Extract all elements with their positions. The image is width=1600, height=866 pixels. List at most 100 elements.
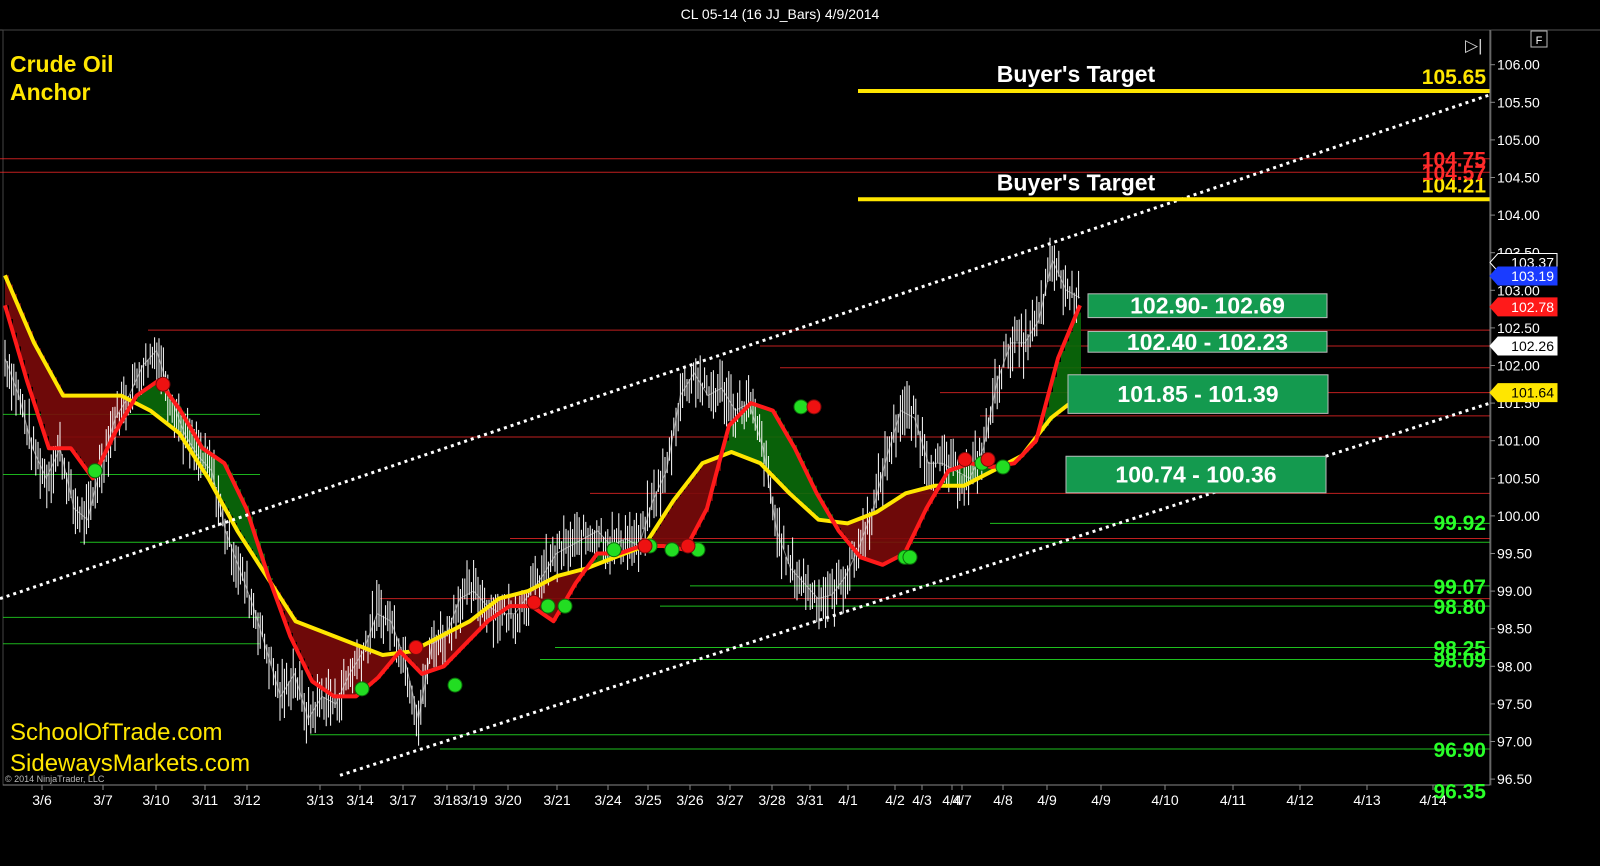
- ribbon-segment: [49, 370, 53, 449]
- ribbon-segment: [153, 384, 157, 413]
- ribbon-segment: [669, 507, 673, 547]
- y-tick-label: 106.00: [1497, 57, 1540, 73]
- price-tag-label: 101.64: [1511, 385, 1554, 401]
- sell-signal-dot: [637, 538, 653, 554]
- buy-signal-dot: [793, 399, 809, 415]
- y-tick-label: 99.50: [1497, 546, 1532, 562]
- buyer-target-label: Buyer's Target: [997, 61, 1156, 87]
- axis-level-label: 96.90: [1433, 739, 1486, 762]
- ribbon-segment: [145, 389, 149, 408]
- x-tick-label: 3/7: [93, 792, 113, 808]
- ribbon-segment: [149, 387, 153, 410]
- ribbon-segment: [309, 626, 313, 675]
- y-tick-label: 98.00: [1497, 658, 1532, 674]
- y-tick-label: 101.00: [1497, 433, 1540, 449]
- x-tick-label: 3/20: [494, 792, 521, 808]
- ribbon-segment: [773, 410, 777, 477]
- axis-level-label: 98.80: [1433, 596, 1486, 619]
- buy-signal-dot: [902, 549, 918, 565]
- y-tick-label: 105.00: [1497, 132, 1540, 148]
- x-tick-label: 3/26: [676, 792, 703, 808]
- y-tick-label: 98.50: [1497, 621, 1532, 637]
- x-tick-label: 3/24: [594, 792, 621, 808]
- buy-signal-dot: [606, 542, 622, 558]
- ribbon-segment: [73, 395, 77, 452]
- x-tick-label: 4/1: [838, 792, 858, 808]
- buy-signal-dot: [87, 463, 103, 479]
- buy-signal-dot: [995, 459, 1011, 475]
- price-tag-label: 103.19: [1511, 268, 1554, 284]
- buy-signal-dot: [354, 681, 370, 697]
- copyright-text: © 2014 NinjaTrader, LLC: [5, 774, 105, 784]
- x-tick-label: 4/9: [1091, 792, 1111, 808]
- y-tick-label: 96.50: [1497, 771, 1532, 787]
- ribbon-segment: [949, 470, 953, 486]
- y-tick-label: 105.50: [1497, 94, 1540, 110]
- ribbon-segment: [313, 627, 317, 682]
- buy-signal-dot: [540, 598, 556, 614]
- left-title-line-1: Crude Oil: [10, 51, 114, 77]
- ribbon-segment: [769, 409, 773, 473]
- sell-signal-dot: [957, 452, 973, 467]
- sell-signal-dot: [680, 538, 696, 554]
- ribbon-segment: [1057, 361, 1061, 414]
- ribbon-segment: [1061, 350, 1065, 411]
- ribbon-segment: [61, 391, 65, 449]
- zone-label: 100.74 - 100.36: [1115, 462, 1276, 488]
- x-tick-label: 3/13: [306, 792, 333, 808]
- ribbon-segment: [89, 395, 93, 474]
- x-tick-label: 3/28: [758, 792, 785, 808]
- watermark-line-2: SidewaysMarkets.com: [10, 750, 250, 777]
- x-tick-label: 4/10: [1151, 792, 1178, 808]
- x-tick-label: 3/27: [716, 792, 743, 808]
- ribbon-segment: [877, 511, 881, 563]
- ribbon-segment: [65, 395, 69, 449]
- y-tick-label: 100.50: [1497, 470, 1540, 486]
- y-tick-label: 104.50: [1497, 170, 1540, 186]
- x-tick-label: 3/6: [32, 792, 52, 808]
- f-button-label: F: [1536, 35, 1543, 47]
- x-tick-label: 3/31: [796, 792, 823, 808]
- scroll-end-icon[interactable]: ▷|: [1465, 36, 1483, 55]
- ribbon-segment: [893, 501, 897, 560]
- ribbon-segment: [45, 362, 49, 437]
- zone-label: 102.90- 102.69: [1130, 293, 1285, 319]
- ribbon-segment: [53, 377, 57, 449]
- y-tick-label: 97.50: [1497, 696, 1532, 712]
- x-tick-label: 3/25: [634, 792, 661, 808]
- ribbon-segment: [673, 501, 677, 548]
- sell-signal-dot: [526, 594, 542, 610]
- sell-signal-dot: [980, 452, 996, 467]
- x-tick-label: 4/13: [1353, 792, 1380, 808]
- ribbon-segment: [737, 417, 741, 455]
- left-title-line-2: Anchor: [10, 79, 91, 105]
- ribbon-segment: [853, 521, 857, 549]
- x-tick-label: 3/11: [192, 792, 218, 808]
- x-tick-label: 3/10: [142, 792, 169, 808]
- y-tick-label: 99.00: [1497, 583, 1532, 599]
- y-tick-label: 102.00: [1497, 358, 1540, 374]
- buy-signal-dot: [664, 542, 680, 558]
- buy-signal-dot: [447, 677, 463, 693]
- ribbon-segment: [677, 495, 681, 549]
- x-tick-label: 4/9: [1037, 792, 1057, 808]
- buy-signal-dot: [557, 598, 573, 614]
- price-chart[interactable]: CL 05-14 (16 JJ_Bars) 4/9/2014 Buyer's T…: [0, 0, 1600, 866]
- ribbon-segment: [77, 395, 81, 457]
- x-tick-label: 3/14: [346, 792, 373, 808]
- ribbon-segment: [1053, 377, 1057, 417]
- buyer-target-value: 105.65: [1422, 66, 1487, 89]
- ribbon-segment: [849, 522, 853, 544]
- ribbon-segment: [85, 395, 89, 468]
- buyer-target-label: Buyer's Target: [997, 169, 1156, 195]
- x-tick-label: 3/12: [233, 792, 260, 808]
- ribbon-segment: [217, 458, 221, 494]
- ribbon-segment: [897, 498, 901, 558]
- sell-signal-dot: [806, 399, 822, 415]
- x-tick-label: 4/8: [993, 792, 1013, 808]
- sell-signal-dot: [155, 376, 171, 392]
- x-tick-label: 4/3: [912, 792, 932, 808]
- y-tick-label: 102.50: [1497, 320, 1540, 336]
- ribbon-segment: [657, 526, 661, 546]
- x-tick-label: 3/17: [389, 792, 416, 808]
